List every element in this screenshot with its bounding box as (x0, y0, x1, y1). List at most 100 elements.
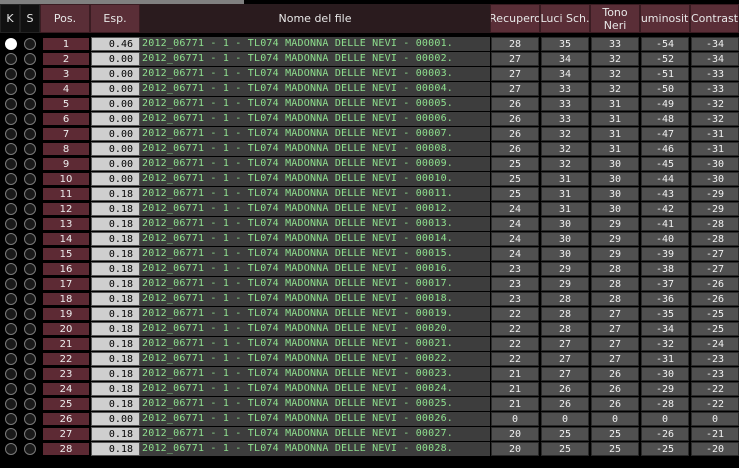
tono-cell[interactable]: 31 (591, 127, 639, 141)
k-radio[interactable] (5, 323, 17, 335)
luci-cell[interactable]: 30 (541, 247, 589, 261)
table-row[interactable]: 13 0.18 2012_06771 - 1 - TL074 MADONNA DEL… (0, 217, 739, 232)
tono-cell[interactable]: 31 (591, 112, 639, 126)
tono-cell[interactable]: 30 (591, 172, 639, 186)
recupero-cell[interactable]: 26 (491, 127, 539, 141)
luminosita-cell[interactable]: -44 (641, 172, 689, 186)
esp-cell[interactable]: 0.00 (91, 127, 140, 141)
contrasto-cell[interactable]: -27 (691, 247, 739, 261)
k-radio[interactable] (5, 38, 17, 50)
header-contrasto[interactable]: Contrasto (690, 4, 739, 33)
contrasto-cell[interactable]: -28 (691, 217, 739, 231)
tono-cell[interactable]: 30 (591, 187, 639, 201)
filename-cell[interactable]: 2012_06771 - 1 - TL074 MADONNA DELLE NEV… (140, 352, 490, 366)
table-row[interactable]: 26 0.00 2012_06771 - 1 - TL074 MADONNA DEL… (0, 412, 739, 427)
esp-cell[interactable]: 0.18 (91, 292, 140, 306)
recupero-cell[interactable]: 28 (491, 37, 539, 51)
luci-cell[interactable]: 31 (541, 202, 589, 216)
recupero-cell[interactable]: 25 (491, 187, 539, 201)
pos-cell[interactable]: 14 (42, 232, 90, 246)
k-radio[interactable] (5, 293, 17, 305)
header-esp[interactable]: Esp. (90, 4, 140, 33)
s-radio[interactable] (24, 293, 36, 305)
luci-cell[interactable]: 30 (541, 232, 589, 246)
s-radio[interactable] (24, 278, 36, 290)
tono-cell[interactable]: 0 (591, 412, 639, 426)
luminosita-cell[interactable]: -25 (641, 442, 689, 456)
contrasto-cell[interactable]: -22 (691, 397, 739, 411)
filename-cell[interactable]: 2012_06771 - 1 - TL074 MADONNA DELLE NEV… (140, 307, 490, 321)
table-row[interactable]: 25 0.18 2012_06771 - 1 - TL074 MADONNA DEL… (0, 397, 739, 412)
header-recupero[interactable]: Recupero (490, 4, 540, 33)
k-radio[interactable] (5, 173, 17, 185)
pos-cell[interactable]: 11 (42, 187, 90, 201)
recupero-cell[interactable]: 27 (491, 52, 539, 66)
s-radio[interactable] (24, 413, 36, 425)
contrasto-cell[interactable]: -23 (691, 367, 739, 381)
pos-cell[interactable]: 18 (42, 292, 90, 306)
tono-cell[interactable]: 28 (591, 292, 639, 306)
filename-cell[interactable]: 2012_06771 - 1 - TL074 MADONNA DELLE NEV… (140, 367, 490, 381)
luci-cell[interactable]: 28 (541, 292, 589, 306)
tono-cell[interactable]: 26 (591, 367, 639, 381)
header-luci[interactable]: Luci Sch. (540, 4, 590, 33)
s-radio[interactable] (24, 248, 36, 260)
contrasto-cell[interactable]: -25 (691, 307, 739, 321)
contrasto-cell[interactable]: -25 (691, 322, 739, 336)
recupero-cell[interactable]: 22 (491, 337, 539, 351)
recupero-cell[interactable]: 23 (491, 292, 539, 306)
filename-cell[interactable]: 2012_06771 - 1 - TL074 MADONNA DELLE NEV… (140, 157, 490, 171)
table-row[interactable]: 16 0.18 2012_06771 - 1 - TL074 MADONNA DEL… (0, 262, 739, 277)
s-radio[interactable] (24, 368, 36, 380)
luci-cell[interactable]: 26 (541, 397, 589, 411)
luminosita-cell[interactable]: -54 (641, 37, 689, 51)
tono-cell[interactable]: 27 (591, 337, 639, 351)
luminosita-cell[interactable]: -43 (641, 187, 689, 201)
filename-cell[interactable]: 2012_06771 - 1 - TL074 MADONNA DELLE NEV… (140, 277, 490, 291)
s-radio[interactable] (24, 263, 36, 275)
filename-cell[interactable]: 2012_06771 - 1 - TL074 MADONNA DELLE NEV… (140, 172, 490, 186)
luminosita-cell[interactable]: -42 (641, 202, 689, 216)
table-row[interactable]: 21 0.18 2012_06771 - 1 - TL074 MADONNA DEL… (0, 337, 739, 352)
contrasto-cell[interactable]: -21 (691, 427, 739, 441)
filename-cell[interactable]: 2012_06771 - 1 - TL074 MADONNA DELLE NEV… (140, 142, 490, 156)
esp-cell[interactable]: 0.00 (91, 67, 140, 81)
contrasto-cell[interactable]: -31 (691, 127, 739, 141)
table-row[interactable]: 4 0.00 2012_06771 - 1 - TL074 MADONNA DELL… (0, 82, 739, 97)
esp-cell[interactable]: 0.00 (91, 112, 140, 126)
tono-cell[interactable]: 32 (591, 52, 639, 66)
recupero-cell[interactable]: 23 (491, 277, 539, 291)
contrasto-cell[interactable]: 0 (691, 412, 739, 426)
table-row[interactable]: 1 0.46 2012_06771 - 1 - TL074 MADONNA DELL… (0, 37, 739, 52)
recupero-cell[interactable]: 24 (491, 232, 539, 246)
table-row[interactable]: 8 0.00 2012_06771 - 1 - TL074 MADONNA DELL… (0, 142, 739, 157)
esp-cell[interactable]: 0.00 (91, 172, 140, 186)
luminosita-cell[interactable]: -45 (641, 157, 689, 171)
luci-cell[interactable]: 29 (541, 277, 589, 291)
recupero-cell[interactable]: 22 (491, 307, 539, 321)
tono-cell[interactable]: 30 (591, 157, 639, 171)
tono-cell[interactable]: 28 (591, 277, 639, 291)
filename-cell[interactable]: 2012_06771 - 1 - TL074 MADONNA DELLE NEV… (140, 37, 490, 51)
s-radio[interactable] (24, 68, 36, 80)
contrasto-cell[interactable]: -33 (691, 67, 739, 81)
luci-cell[interactable]: 32 (541, 157, 589, 171)
tono-cell[interactable]: 27 (591, 307, 639, 321)
s-radio[interactable] (24, 158, 36, 170)
filename-cell[interactable]: 2012_06771 - 1 - TL074 MADONNA DELLE NEV… (140, 232, 490, 246)
filename-cell[interactable]: 2012_06771 - 1 - TL074 MADONNA DELLE NEV… (140, 247, 490, 261)
luci-cell[interactable]: 0 (541, 412, 589, 426)
s-radio[interactable] (24, 113, 36, 125)
s-radio[interactable] (24, 308, 36, 320)
filename-cell[interactable]: 2012_06771 - 1 - TL074 MADONNA DELLE NEV… (140, 187, 490, 201)
filename-cell[interactable]: 2012_06771 - 1 - TL074 MADONNA DELLE NEV… (140, 127, 490, 141)
pos-cell[interactable]: 17 (42, 277, 90, 291)
s-radio[interactable] (24, 443, 36, 455)
contrasto-cell[interactable]: -29 (691, 187, 739, 201)
luci-cell[interactable]: 34 (541, 52, 589, 66)
contrasto-cell[interactable]: -27 (691, 262, 739, 276)
s-radio[interactable] (24, 338, 36, 350)
esp-cell[interactable]: 0.18 (91, 337, 140, 351)
s-radio[interactable] (24, 353, 36, 365)
esp-cell[interactable]: 0.00 (91, 97, 140, 111)
